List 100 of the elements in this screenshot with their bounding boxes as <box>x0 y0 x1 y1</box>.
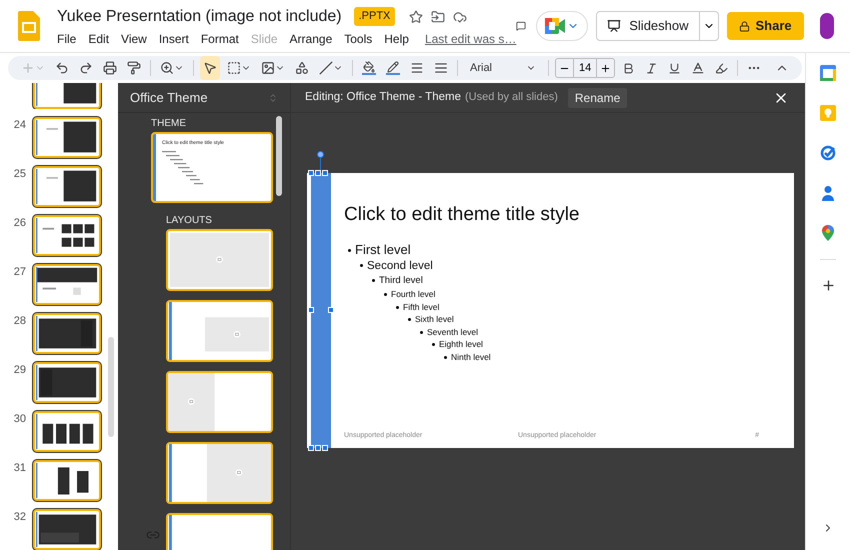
select-tool-button[interactable] <box>200 56 220 80</box>
line-dash-icon <box>434 61 448 75</box>
person-icon[interactable] <box>820 185 836 201</box>
rename-button[interactable]: Rename <box>568 88 628 108</box>
plus-icon <box>600 62 612 74</box>
font-size-field[interactable]: 14 <box>573 59 598 77</box>
file-type-badge: .PPTX <box>354 7 396 26</box>
bullet-icon <box>444 356 447 359</box>
bullet-item: Second level <box>360 258 784 274</box>
menu-item[interactable]: Edit <box>88 30 110 48</box>
highlighter-icon <box>715 62 728 74</box>
image-icon <box>261 61 275 75</box>
check-circle-icon[interactable] <box>820 145 836 161</box>
calendar-icon[interactable] <box>820 65 836 81</box>
line-icon <box>319 61 333 75</box>
slide-preview-drawing <box>35 266 99 303</box>
slide-title[interactable]: Click to edit theme title style <box>344 203 784 227</box>
bullet-icon <box>420 330 423 334</box>
underline-icon <box>668 62 682 74</box>
scrollbar[interactable] <box>108 337 114 437</box>
line-weight-icon <box>410 61 424 75</box>
cloud-check-icon[interactable] <box>453 10 468 24</box>
slideshow-icon <box>607 19 622 33</box>
bullet-item: Fifth level <box>396 300 784 313</box>
resize-handle[interactable] <box>308 307 314 313</box>
bullet-item: Fourth level <box>384 288 784 300</box>
slide-preview-drawing <box>35 511 99 548</box>
bullet-item: First level <box>348 241 784 258</box>
slide-number: 31 <box>12 461 26 476</box>
slide-number: 30 <box>12 412 26 427</box>
scrollbar[interactable] <box>276 116 282 196</box>
slide-thumbnail[interactable] <box>33 509 101 550</box>
share-button[interactable]: Share <box>726 12 804 40</box>
bullet-item: Eighth level <box>432 338 784 350</box>
slide-thumbnail[interactable] <box>33 362 101 403</box>
rotate-handle[interactable] <box>317 151 324 158</box>
text-box-icon <box>227 61 241 75</box>
slide-thumbnail[interactable] <box>33 264 101 305</box>
slide-number: 29 <box>12 363 26 378</box>
section-heading: THEME <box>151 117 187 131</box>
menu-item[interactable]: Tools <box>344 30 372 48</box>
slide-thumbnail[interactable] <box>33 460 101 501</box>
slide-preview-drawing <box>35 462 99 499</box>
plus-icon <box>21 61 35 75</box>
meet-button[interactable] <box>536 11 588 41</box>
resize-handle[interactable] <box>328 307 334 313</box>
menu-item[interactable]: Arrange <box>290 30 332 48</box>
print-icon <box>103 61 117 75</box>
bullet-icon <box>348 249 351 252</box>
slide-thumbnail[interactable] <box>33 411 101 452</box>
slide-number: 26 <box>12 216 26 231</box>
slide-number: 27 <box>12 265 26 280</box>
menu-item[interactable]: Help <box>384 30 409 48</box>
bullet-icon <box>408 318 411 322</box>
slide-number: 28 <box>12 314 26 329</box>
slide-number: 24 <box>12 118 26 133</box>
bullet-icon <box>360 264 363 268</box>
slide-preview-drawing <box>35 217 99 254</box>
lock-icon <box>738 20 750 32</box>
panel-title: Office Theme <box>130 88 208 107</box>
slide-preview-drawing <box>35 315 99 352</box>
slide-preview-drawing <box>35 168 99 205</box>
bullet-icon <box>432 343 435 346</box>
bullet-item: Third level <box>372 274 784 288</box>
menu-item[interactable]: Insert <box>158 30 189 48</box>
bullet-item: Sixth level <box>408 313 784 326</box>
slide-number: 25 <box>12 167 26 182</box>
slide-number: 32 <box>12 510 26 525</box>
bullet-item: Seventh level <box>420 326 784 338</box>
bullet-icon <box>396 306 399 309</box>
document-title[interactable]: Yukee Preserntation (image not include) <box>57 4 342 28</box>
slide-thumbnail[interactable] <box>33 215 101 256</box>
menu-item[interactable]: File <box>57 30 76 48</box>
avatar[interactable] <box>820 13 834 39</box>
pointer-icon <box>203 61 217 75</box>
italic-icon <box>645 62 658 74</box>
last-edit-link[interactable]: Last edit was s… <box>424 30 516 48</box>
zoom-icon <box>160 61 174 75</box>
bullet-icon <box>372 278 375 282</box>
slide-thumbnail[interactable] <box>33 166 101 207</box>
map-pin-icon[interactable] <box>820 225 836 241</box>
bullet-item: Ninth level <box>444 350 784 363</box>
video-camera-icon <box>545 18 566 34</box>
star-icon[interactable] <box>409 10 424 24</box>
font-dropdown[interactable]: Arial <box>464 57 542 79</box>
editing-heading: Editing: Office Theme - Theme <box>305 90 461 105</box>
paint-roller-icon <box>127 61 141 75</box>
menu-item[interactable]: Format <box>200 30 239 48</box>
redo-icon <box>79 61 93 75</box>
text-color-icon <box>691 61 706 75</box>
shapes-icon <box>295 61 309 75</box>
add-icon[interactable] <box>820 278 836 293</box>
slide-preview-drawing <box>35 119 99 156</box>
move-folder-icon[interactable] <box>431 10 446 24</box>
pencil-icon <box>386 61 400 75</box>
paint-bucket-icon <box>362 61 376 75</box>
menu-item[interactable]: View <box>121 30 147 48</box>
slide-thumbnail[interactable] <box>33 117 101 158</box>
slide-preview-drawing <box>35 364 99 401</box>
slide-thumbnail[interactable] <box>33 313 101 354</box>
